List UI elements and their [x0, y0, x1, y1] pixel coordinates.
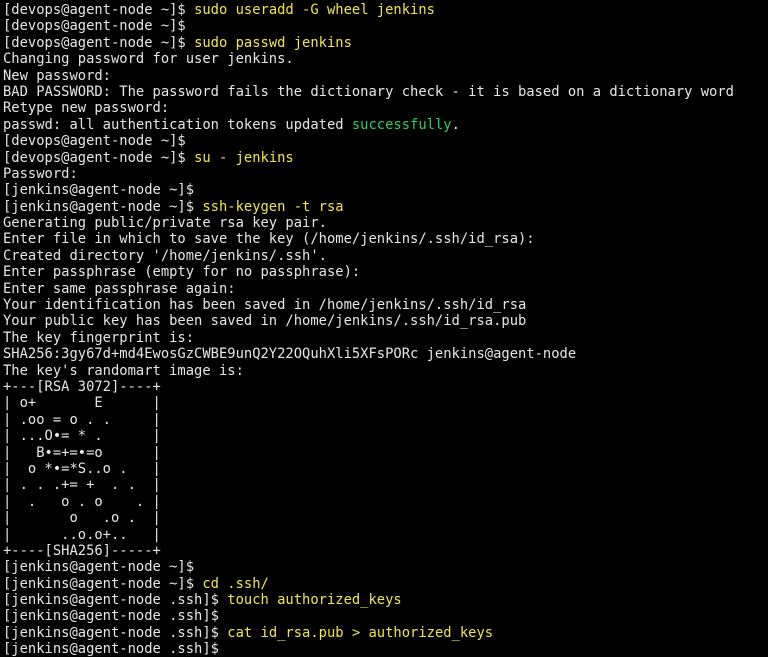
output-text: The key's randomart image is: — [3, 362, 244, 379]
terminal-line: | ...O•= * . | — [3, 428, 768, 444]
output-text: | o *•=*S..o . | — [3, 460, 161, 477]
output-text: | o+ E | — [3, 395, 161, 412]
terminal-line: Retype new password: — [3, 100, 768, 116]
terminal-line: Generating public/private rsa key pair. — [3, 215, 768, 231]
output-text: New password: — [3, 67, 111, 84]
shell-prompt: [devops@agent-node ~]$ — [3, 2, 195, 18]
output-text: Enter passphrase (empty for no passphras… — [3, 264, 361, 281]
shell-prompt: [jenkins@agent-node ~]$ — [3, 575, 203, 592]
terminal-line: Changing password for user jenkins. — [3, 51, 768, 67]
shell-prompt: [devops@agent-node ~]$ — [3, 34, 195, 51]
terminal-line: Enter passphrase (empty for no passphras… — [3, 264, 768, 280]
command-text: ssh-keygen -t rsa — [202, 198, 344, 215]
terminal-line: | o+ E | — [3, 395, 768, 411]
command-text: sudo passwd jenkins — [194, 34, 352, 51]
output-text: Retype new password: — [3, 100, 170, 117]
terminal-line: | .oo = o . . | — [3, 412, 768, 428]
command-text: sudo useradd -G wheel jenkins — [194, 2, 435, 18]
terminal-line: [jenkins@agent-node .ssh]$ touch authori… — [3, 592, 768, 608]
output-text: The key fingerprint is: — [3, 329, 195, 346]
shell-prompt: [jenkins@agent-node .ssh]$ — [3, 608, 219, 625]
shell-prompt: [jenkins@agent-node .ssh]$ — [3, 641, 219, 657]
terminal-line: | o .o . | — [3, 510, 768, 526]
output-text: +---[RSA 3072]----+ — [3, 378, 161, 395]
terminal-line: +---[RSA 3072]----+ — [3, 379, 768, 395]
terminal-line: The key fingerprint is: — [3, 330, 768, 346]
terminal-line: [devops@agent-node ~]$ — [3, 133, 768, 149]
shell-prompt: [devops@agent-node ~]$ — [3, 133, 186, 150]
terminal-window[interactable]: [devops@agent-node ~]$ sudo useradd -G w… — [0, 0, 768, 657]
terminal-line: [jenkins@agent-node ~]$ cd .ssh/ — [3, 576, 768, 592]
output-text: Your public key has been saved in /home/… — [3, 313, 527, 330]
terminal-line: | . o . o . | — [3, 494, 768, 510]
terminal-line: [jenkins@agent-node ~]$ — [3, 559, 768, 575]
output-text: | ..o.o+.. | — [3, 526, 161, 543]
shell-prompt: [devops@agent-node ~]$ — [3, 149, 195, 166]
terminal-line: | ..o.o+.. | — [3, 527, 768, 543]
terminal-line: [jenkins@agent-node .ssh]$ cat id_rsa.pu… — [3, 625, 768, 641]
output-text: Your identification has been saved in /h… — [3, 297, 527, 314]
output-text: BAD PASSWORD: The password fails the dic… — [3, 83, 734, 100]
terminal-line: Your public key has been saved in /home/… — [3, 313, 768, 329]
terminal-line: | o *•=*S..o . | — [3, 461, 768, 477]
terminal-line: BAD PASSWORD: The password fails the dic… — [3, 84, 768, 100]
output-text: +----[SHA256]-----+ — [3, 542, 161, 559]
terminal-line: Created directory '/home/jenkins/.ssh'. — [3, 248, 768, 264]
output-text: passwd: all authentication tokens update… — [3, 116, 352, 133]
terminal-line: New password: — [3, 68, 768, 84]
terminal-line: [devops@agent-node ~]$ sudo passwd jenki… — [3, 35, 768, 51]
shell-prompt: [jenkins@agent-node ~]$ — [3, 559, 195, 576]
terminal-line: [jenkins@agent-node ~]$ ssh-keygen -t rs… — [3, 199, 768, 215]
terminal-line: [devops@agent-node ~]$ su - jenkins — [3, 150, 768, 166]
command-text: touch authorized_keys — [227, 592, 402, 609]
command-text: cat id_rsa.pub > authorized_keys — [227, 624, 494, 641]
terminal-line: Password: — [3, 166, 768, 182]
output-text: | ...O•= * . | — [3, 428, 161, 445]
terminal-line: The key's randomart image is: — [3, 363, 768, 379]
terminal-line: Enter same passphrase again: — [3, 281, 768, 297]
output-text: Generating public/private rsa key pair. — [3, 215, 327, 232]
terminal-line: | . . .+= + . . | — [3, 477, 768, 493]
output-text: Enter same passphrase again: — [3, 280, 236, 297]
output-text: | . o . o . | — [3, 493, 161, 510]
terminal-line: [jenkins@agent-node .ssh]$ — [3, 608, 768, 624]
output-text: Created directory '/home/jenkins/.ssh'. — [3, 247, 327, 264]
output-text: Password: — [3, 165, 78, 182]
shell-prompt: [jenkins@agent-node .ssh]$ — [3, 624, 228, 641]
output-text: Enter file in which to save the key (/ho… — [3, 231, 535, 248]
terminal-line: [devops@agent-node ~]$ sudo useradd -G w… — [3, 2, 768, 18]
shell-prompt: [jenkins@agent-node ~]$ — [3, 182, 195, 199]
output-text: | .oo = o . . | — [3, 411, 161, 428]
terminal-line: [jenkins@agent-node .ssh]$ — [3, 641, 768, 657]
terminal-line: Enter file in which to save the key (/ho… — [3, 231, 768, 247]
command-text: su - jenkins — [194, 149, 294, 166]
terminal-line: [jenkins@agent-node ~]$ — [3, 182, 768, 198]
output-text: Changing password for user jenkins. — [3, 51, 294, 68]
shell-prompt: [jenkins@agent-node ~]$ — [3, 198, 203, 215]
output-text: | . . .+= + . . | — [3, 477, 161, 494]
output-text: | o .o . | — [3, 510, 161, 527]
output-text: . — [451, 116, 460, 133]
shell-prompt: [jenkins@agent-node .ssh]$ — [3, 592, 228, 609]
terminal-line: | B•=+=•=o | — [3, 445, 768, 461]
output-text: SHA256:3gy67d+md4EwosGzCWBE9unQ2Y22OQuhX… — [3, 346, 577, 363]
success-text: successfully — [351, 116, 452, 133]
command-text: cd .ssh/ — [202, 575, 269, 592]
shell-prompt: [devops@agent-node ~]$ — [3, 18, 186, 35]
output-text: | B•=+=•=o | — [3, 444, 161, 461]
terminal-line: passwd: all authentication tokens update… — [3, 117, 768, 133]
terminal-line: SHA256:3gy67d+md4EwosGzCWBE9unQ2Y22OQuhX… — [3, 346, 768, 362]
terminal-line: [devops@agent-node ~]$ — [3, 18, 768, 34]
terminal-line: +----[SHA256]-----+ — [3, 543, 768, 559]
terminal-line: Your identification has been saved in /h… — [3, 297, 768, 313]
